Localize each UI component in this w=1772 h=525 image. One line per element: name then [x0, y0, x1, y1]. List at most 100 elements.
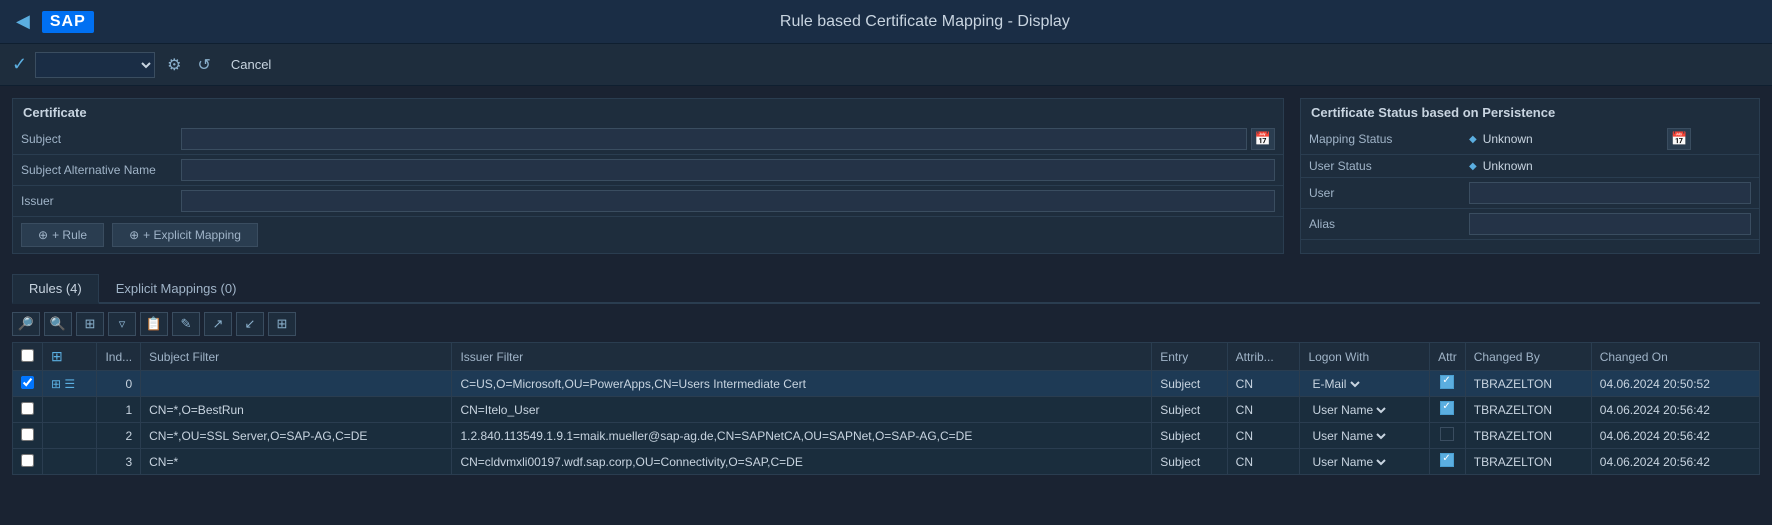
check-button[interactable]: ✓: [12, 54, 27, 75]
zoom-out-button[interactable]: 🔍: [44, 312, 72, 336]
certificate-title: Certificate: [13, 99, 1283, 124]
rule-button[interactable]: ⊕ + Rule: [21, 223, 104, 247]
status-browse-button[interactable]: 📅: [1667, 128, 1691, 150]
rule-button-label: + Rule: [52, 228, 87, 242]
row-index: 0: [97, 371, 141, 397]
plus-explicit-icon: ⊕: [129, 228, 139, 242]
settings-icon[interactable]: ⚙: [163, 53, 185, 77]
row-attrib: CN: [1227, 449, 1300, 475]
header-attrib[interactable]: Attrib...: [1227, 343, 1300, 371]
subject-row: Subject 📅: [13, 124, 1283, 155]
user-status-row: User Status ◆ Unknown: [1301, 155, 1759, 178]
filter-button[interactable]: ▿: [108, 312, 136, 336]
row-changed-on: 04.06.2024 20:50:52: [1591, 371, 1759, 397]
sap-logo: SAP: [42, 11, 94, 33]
row-entry: Subject: [1152, 423, 1227, 449]
row-logon-with[interactable]: User Name: [1300, 397, 1430, 423]
row-issuer-filter: C=US,O=Microsoft,OU=PowerApps,CN=Users I…: [452, 371, 1152, 397]
subject-alt-input[interactable]: [181, 159, 1275, 181]
table-row: 2CN=*,OU=SSL Server,O=SAP-AG,C=DE1.2.840…: [13, 423, 1760, 449]
alias-label: Alias: [1301, 209, 1461, 240]
select-all-checkbox[interactable]: [21, 349, 34, 362]
user-status-label: User Status: [1301, 155, 1461, 178]
row-logon-with[interactable]: User Name: [1300, 423, 1430, 449]
subject-browse-button[interactable]: 📅: [1251, 128, 1275, 150]
subject-input[interactable]: [181, 128, 1247, 150]
grid-button[interactable]: ⊞: [76, 312, 104, 336]
attr-checked-icon[interactable]: [1440, 453, 1454, 467]
header-issuer-filter[interactable]: Issuer Filter: [452, 343, 1152, 371]
row-logon-with[interactable]: User Name: [1300, 449, 1430, 475]
subject-alt-row: Subject Alternative Name: [13, 155, 1283, 186]
header-index[interactable]: Ind...: [97, 343, 141, 371]
user-input[interactable]: [1469, 182, 1751, 204]
cancel-button[interactable]: Cancel: [223, 53, 279, 76]
issuer-input[interactable]: [181, 190, 1275, 212]
header-checkbox-col: [13, 343, 43, 371]
row-attr-checkbox-cell: [1430, 423, 1466, 449]
toolbar-dropdown[interactable]: [35, 52, 155, 78]
row-checkbox[interactable]: [21, 376, 34, 389]
row-attrib: CN: [1227, 423, 1300, 449]
copy-button[interactable]: 📋: [140, 312, 168, 336]
tab-explicit-mappings[interactable]: Explicit Mappings (0): [99, 274, 254, 304]
table-row: 3CN=*CN=cldvmxli00197.wdf.sap.corp,OU=Co…: [13, 449, 1760, 475]
certificate-form: Subject 📅 Subject Alternative Name Issue…: [13, 124, 1283, 217]
logon-with-select[interactable]: User Name: [1308, 402, 1389, 418]
row-grid-cell: ⊞ ☰: [43, 371, 97, 397]
alias-input[interactable]: [1469, 213, 1751, 235]
logon-with-select[interactable]: User Name: [1308, 454, 1389, 470]
attr-checked-icon[interactable]: [1440, 401, 1454, 415]
zoom-in-button[interactable]: 🔎: [12, 312, 40, 336]
mapping-status-label: Mapping Status: [1301, 124, 1461, 155]
row-subject-filter: CN=*,OU=SSL Server,O=SAP-AG,C=DE: [141, 423, 452, 449]
row-issuer-filter: CN=cldvmxli00197.wdf.sap.corp,OU=Connect…: [452, 449, 1152, 475]
row-logon-with[interactable]: E-Mail: [1300, 371, 1430, 397]
import-button[interactable]: ↙: [236, 312, 264, 336]
header-entry[interactable]: Entry: [1152, 343, 1227, 371]
header-grid-col: ⊞: [43, 343, 97, 371]
header-changed-by[interactable]: Changed By: [1465, 343, 1591, 371]
row-index: 1: [97, 397, 141, 423]
attr-checked-icon[interactable]: [1440, 375, 1454, 389]
table-header-row: ⊞ Ind... Subject Filter Issuer Filter En…: [13, 343, 1760, 371]
attr-unchecked-icon[interactable]: [1440, 427, 1454, 441]
row-changed-by: TBRAZELTON: [1465, 397, 1591, 423]
row-checkbox[interactable]: [21, 402, 34, 415]
row-index: 3: [97, 449, 141, 475]
header-subject-filter[interactable]: Subject Filter: [141, 343, 452, 371]
status-section: Certificate Status based on Persistence …: [1300, 98, 1760, 254]
subject-label: Subject: [13, 124, 173, 155]
tab-rules[interactable]: Rules (4): [12, 274, 99, 304]
logon-with-select[interactable]: E-Mail: [1308, 376, 1363, 392]
issuer-row: Issuer: [13, 186, 1283, 217]
grid-icon: ⊞: [51, 348, 63, 364]
row-entry: Subject: [1152, 397, 1227, 423]
edit-button[interactable]: ✎: [172, 312, 200, 336]
issuer-label: Issuer: [13, 186, 173, 217]
explicit-mapping-button[interactable]: ⊕ + Explicit Mapping: [112, 223, 258, 247]
export-button[interactable]: ↗: [204, 312, 232, 336]
header-attr[interactable]: Attr: [1430, 343, 1466, 371]
row-subject-filter: [141, 371, 452, 397]
mapping-status-dot: ◆: [1469, 134, 1477, 145]
header-logon-with[interactable]: Logon With: [1300, 343, 1430, 371]
refresh-icon[interactable]: ↺: [193, 53, 214, 77]
logon-with-select[interactable]: User Name: [1308, 428, 1389, 444]
row-changed-on: 04.06.2024 20:56:42: [1591, 449, 1759, 475]
row-changed-by: TBRAZELTON: [1465, 371, 1591, 397]
back-button[interactable]: ◀: [16, 11, 30, 32]
row-attrib: CN: [1227, 371, 1300, 397]
row-changed-on: 04.06.2024 20:56:42: [1591, 423, 1759, 449]
row-subject-filter: CN=*: [141, 449, 452, 475]
row-checkbox[interactable]: [21, 454, 34, 467]
header-bar: ◀ SAP Rule based Certificate Mapping - D…: [0, 0, 1772, 44]
header-changed-on[interactable]: Changed On: [1591, 343, 1759, 371]
toolbar: ✓ ⚙ ↺ Cancel: [0, 44, 1772, 86]
layout-button[interactable]: ⊞: [268, 312, 296, 336]
row-checkbox[interactable]: [21, 428, 34, 441]
status-title: Certificate Status based on Persistence: [1301, 99, 1759, 124]
row-grid-cell: [43, 423, 97, 449]
user-row: User: [1301, 178, 1759, 209]
data-table: ⊞ Ind... Subject Filter Issuer Filter En…: [12, 342, 1760, 475]
